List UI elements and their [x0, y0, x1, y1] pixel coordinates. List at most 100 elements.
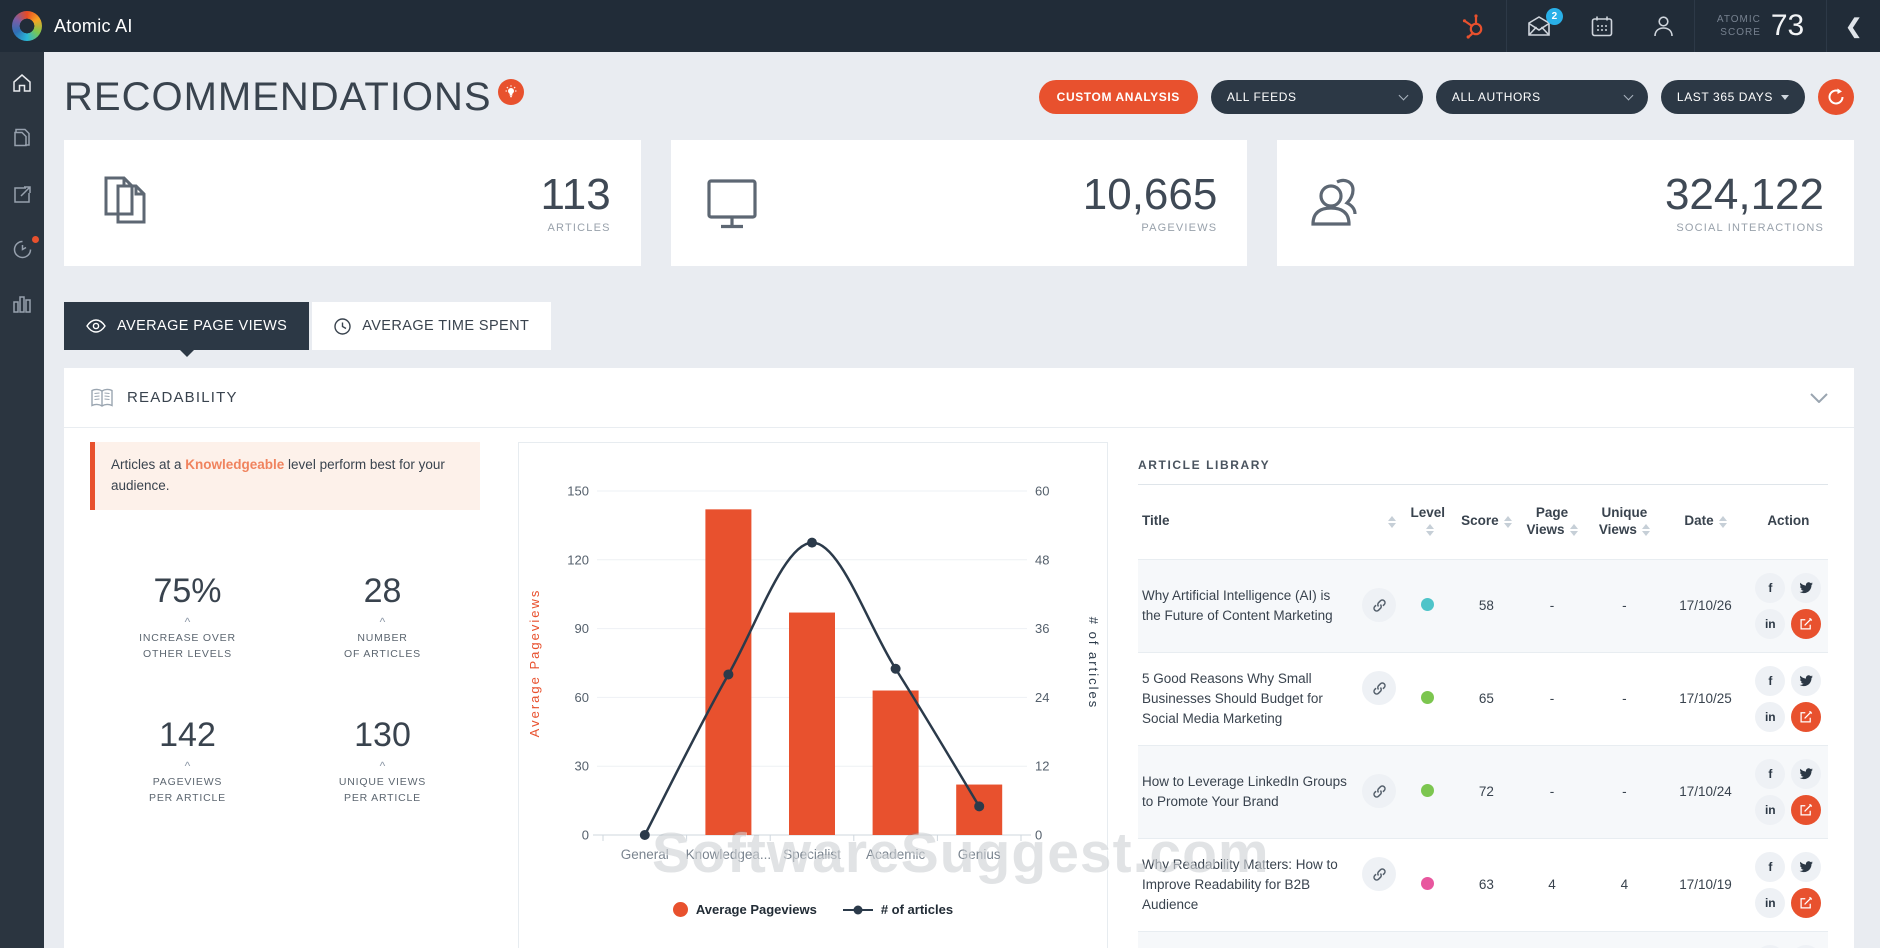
article-title[interactable]: How to Leverage LinkedIn Groups to Promo… — [1142, 772, 1352, 811]
column-header-level[interactable]: Level — [1400, 485, 1455, 559]
book-icon — [90, 388, 114, 408]
kpi-grid: 75% ^ INCREASE OVEROTHER LEVELS28 ^ NUMB… — [90, 572, 480, 807]
linkedin-share-button[interactable]: in — [1755, 609, 1785, 639]
legend-num-articles: # of articles — [843, 902, 953, 917]
refresh-button[interactable] — [1818, 79, 1854, 115]
twitter-share-button[interactable] — [1791, 852, 1821, 882]
calendar-icon[interactable] — [1571, 0, 1633, 52]
readability-panel: READABILITY Articles at a Knowledgeable … — [64, 368, 1854, 948]
sort-icon — [1388, 516, 1396, 528]
chevron-down-icon — [1623, 91, 1633, 101]
user-profile-icon[interactable] — [1633, 0, 1694, 52]
column-header-score[interactable]: Score — [1455, 485, 1517, 559]
stat-cards: 113 ARTICLES 10,665 PAGEVIEWS 324,122 SO… — [64, 140, 1854, 266]
article-link-button[interactable] — [1362, 774, 1396, 808]
article-date: 17/10/26 — [1662, 559, 1748, 652]
link-icon — [1372, 598, 1387, 613]
article-link-button[interactable] — [1362, 857, 1396, 891]
custom-analysis-button[interactable]: CUSTOM ANALYSIS — [1039, 80, 1198, 114]
sidebar-item-activity[interactable] — [12, 239, 33, 260]
lightbulb-icon[interactable] — [498, 79, 524, 105]
edit-article-button[interactable] — [1791, 888, 1821, 918]
sort-icon — [1642, 524, 1650, 536]
sidebar — [0, 52, 44, 948]
facebook-share-button[interactable]: f — [1755, 573, 1785, 603]
stat-label: PAGEVIEWS — [1083, 222, 1218, 234]
article-link-button[interactable] — [1362, 588, 1396, 622]
article-link-button[interactable] — [1362, 671, 1396, 705]
refresh-icon — [1827, 88, 1845, 106]
svg-text:90: 90 — [575, 621, 589, 636]
sidebar-item-pages[interactable] — [12, 128, 32, 150]
kpi-label: PAGEVIEWSPER ARTICLE — [90, 774, 285, 807]
link-icon — [1372, 867, 1387, 882]
authors-filter-dropdown[interactable]: ALL AUTHORS — [1436, 80, 1648, 114]
collapse-panel-chevron-icon[interactable] — [1810, 393, 1828, 403]
hubspot-sprocket-icon[interactable] — [1440, 0, 1506, 52]
twitter-share-button[interactable] — [1791, 666, 1821, 696]
column-header-page-views[interactable]: Page Views — [1517, 485, 1586, 559]
edit-article-button[interactable] — [1791, 795, 1821, 825]
svg-text:Average Pageviews: Average Pageviews — [527, 589, 542, 738]
atomic-ai-logo — [12, 11, 42, 41]
svg-text:24: 24 — [1035, 690, 1049, 705]
article-unique-views: 4 — [1586, 838, 1662, 931]
twitter-share-button[interactable] — [1791, 573, 1821, 603]
facebook-share-button[interactable]: f — [1755, 852, 1785, 882]
authors-filter-value: ALL AUTHORS — [1452, 90, 1541, 104]
edit-article-button[interactable] — [1791, 702, 1821, 732]
article-score: 71 — [1455, 931, 1517, 948]
tab-label: AVERAGE TIME SPENT — [362, 318, 529, 334]
svg-text:Academic: Academic — [866, 847, 926, 862]
article-title[interactable]: Why Readability Matters: How to Improve … — [1142, 855, 1352, 914]
app-title: Atomic AI — [54, 16, 133, 37]
stat-value: 10,665 — [1083, 172, 1218, 218]
date-range-dropdown[interactable]: LAST 365 DAYS — [1661, 80, 1805, 114]
caret-up-icon: ^ — [285, 617, 480, 628]
article-page-views: - — [1517, 559, 1586, 652]
article-title[interactable]: 5 Good Reasons Why Small Businesses Shou… — [1142, 669, 1352, 728]
column-header-date[interactable]: Date — [1662, 485, 1748, 559]
article-page-views: - — [1517, 745, 1586, 838]
sidebar-item-share[interactable] — [12, 184, 33, 205]
svg-text:Knowledgea...: Knowledgea... — [686, 847, 772, 862]
share-icon — [12, 184, 33, 205]
svg-text:12: 12 — [1035, 759, 1049, 774]
linkedin-share-button[interactable]: in — [1755, 795, 1785, 825]
linkedin-share-button[interactable]: in — [1755, 702, 1785, 732]
page-title: RECOMMENDATIONS — [64, 77, 492, 117]
facebook-share-button[interactable]: f — [1755, 666, 1785, 696]
kpi-value: 130 — [285, 716, 480, 755]
article-date: 17/10/18 — [1662, 931, 1748, 948]
table-row: How to Leverage LinkedIn Groups to Promo… — [1138, 745, 1828, 838]
twitter-share-button[interactable] — [1791, 759, 1821, 789]
facebook-share-button[interactable]: f — [1755, 759, 1785, 789]
tab-average-page-views[interactable]: AVERAGE PAGE VIEWS — [64, 302, 309, 350]
link-icon — [1372, 784, 1387, 799]
monitor-icon — [701, 175, 763, 231]
article-score: 63 — [1455, 838, 1517, 931]
articles-icon — [94, 172, 152, 234]
svg-text:120: 120 — [567, 552, 589, 567]
kpi-label: NUMBEROF ARTICLES — [285, 630, 480, 663]
date-range-value: LAST 365 DAYS — [1677, 90, 1773, 104]
level-dot — [1421, 877, 1434, 890]
article-date: 17/10/19 — [1662, 838, 1748, 931]
insight-callout: Articles at a Knowledgeable level perfor… — [90, 442, 480, 510]
edit-article-button[interactable] — [1791, 609, 1821, 639]
linkedin-share-button[interactable]: in — [1755, 888, 1785, 918]
column-header-unique-views[interactable]: Unique Views — [1586, 485, 1662, 559]
home-icon — [11, 72, 33, 94]
sidebar-item-home[interactable] — [11, 72, 33, 94]
sidebar-item-analytics[interactable] — [12, 294, 32, 314]
mail-icon[interactable]: 2 — [1507, 0, 1571, 52]
column-header-title[interactable]: Title — [1138, 485, 1400, 559]
notification-dot — [32, 236, 39, 243]
feeds-filter-dropdown[interactable]: ALL FEEDS — [1211, 80, 1423, 114]
kpi-label: INCREASE OVEROTHER LEVELS — [90, 630, 285, 663]
article-title[interactable]: Why Artificial Intelligence (AI) is the … — [1142, 586, 1352, 625]
collapse-chevron-icon[interactable]: ❮ — [1827, 14, 1880, 39]
article-page-views: - — [1517, 652, 1586, 745]
tab-average-time-spent[interactable]: AVERAGE TIME SPENT — [312, 302, 551, 350]
svg-text:Genius: Genius — [958, 847, 1001, 862]
